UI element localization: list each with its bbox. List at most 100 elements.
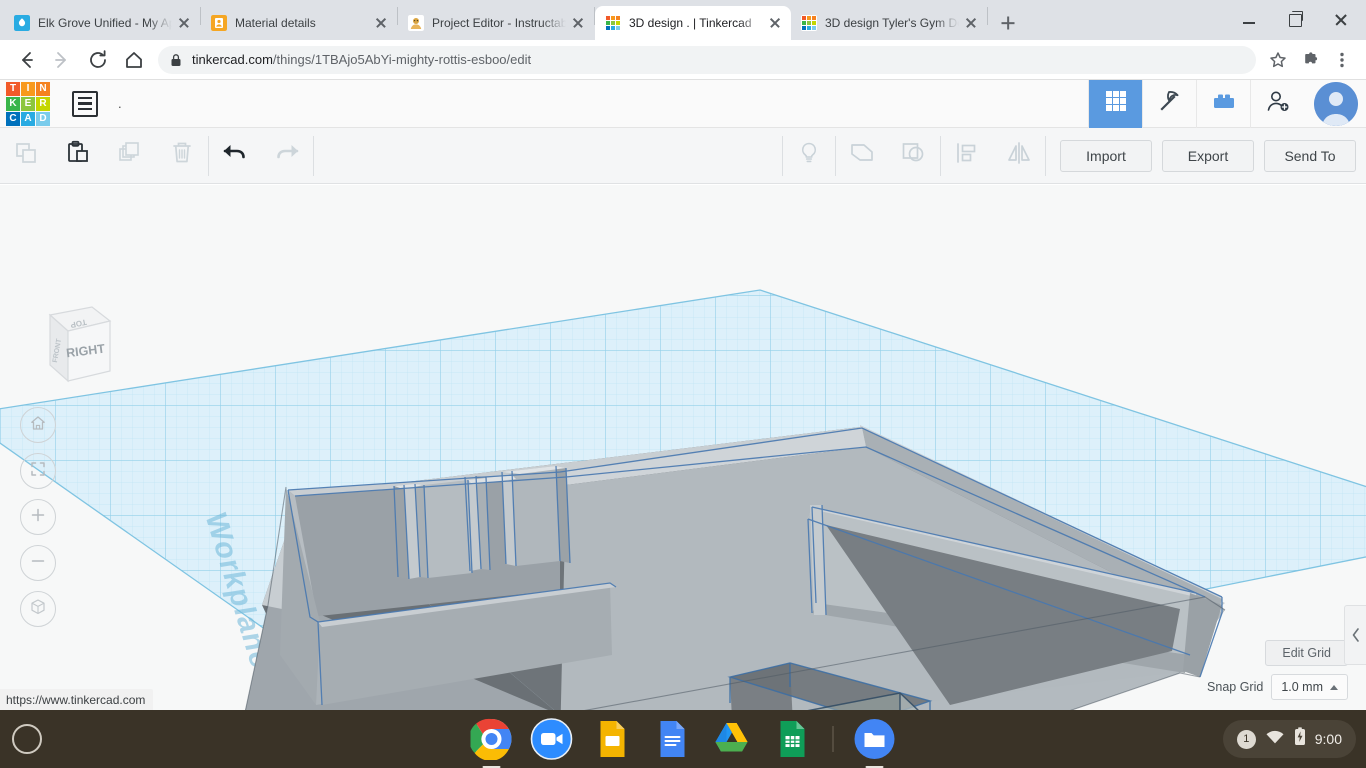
avatar[interactable] xyxy=(1314,81,1358,126)
ungroup-icon xyxy=(900,140,928,171)
shelf-app-zoom[interactable] xyxy=(530,718,573,760)
invite-people-button[interactable] xyxy=(1250,80,1304,128)
design-name-field[interactable]: . xyxy=(118,96,122,111)
tab-project-editor-instructables[interactable]: Project Editor - Instructables xyxy=(398,6,594,40)
header-actions xyxy=(1088,80,1366,128)
notification-count-badge[interactable]: 1 xyxy=(1236,729,1256,749)
tab-title: Project Editor - Instructables xyxy=(432,16,566,30)
grid-icon xyxy=(1103,88,1129,119)
copy-button[interactable] xyxy=(0,128,52,184)
tinkercad-app: T I N K E R C A D . Import Export Send T… xyxy=(0,80,1366,710)
collapse-panel-chevron[interactable] xyxy=(1344,605,1366,665)
tab-3d-design-tylers-gym[interactable]: 3D design Tyler's Gym Design xyxy=(791,6,987,40)
toolbar-divider xyxy=(313,135,314,176)
tab-close-icon[interactable] xyxy=(767,15,783,31)
battery-charging-icon[interactable] xyxy=(1294,727,1306,751)
status-bar-link: https://www.tinkercad.com xyxy=(0,689,154,710)
logo-tile-d: D xyxy=(36,111,50,126)
delete-button[interactable] xyxy=(156,128,208,184)
maximize-button[interactable] xyxy=(1272,0,1318,40)
bookmark-star-icon[interactable] xyxy=(1264,46,1292,74)
hints-button[interactable] xyxy=(783,128,835,184)
clipboard-tools xyxy=(0,128,208,184)
home-button[interactable] xyxy=(119,45,149,75)
home-view-button[interactable] xyxy=(20,407,56,443)
mirror-button[interactable] xyxy=(993,128,1045,184)
tinkercad-logo[interactable]: T I N K E R C A D xyxy=(6,81,50,126)
paste-icon xyxy=(65,140,91,171)
pickaxe-icon xyxy=(1156,87,1184,120)
toolbar-divider xyxy=(1045,135,1046,176)
tab-3d-design-tinkercad[interactable]: 3D design . | Tinkercad xyxy=(595,6,791,40)
shelf-app-google-docs[interactable] xyxy=(651,718,693,760)
plus-icon xyxy=(29,506,47,529)
tinkercad-icon xyxy=(605,15,621,31)
3d-scene: Workplane xyxy=(0,185,1366,710)
system-tray[interactable]: 1 9:00 xyxy=(1222,720,1356,758)
clock-time[interactable]: 9:00 xyxy=(1315,731,1342,747)
redo-arrow-icon xyxy=(272,140,302,171)
paste-button[interactable] xyxy=(52,128,104,184)
new-tab-button[interactable] xyxy=(994,9,1022,37)
tab-close-icon[interactable] xyxy=(176,15,192,31)
tab-close-icon[interactable] xyxy=(570,15,586,31)
extensions-puzzle-icon[interactable] xyxy=(1296,46,1324,74)
edit-grid-button[interactable]: Edit Grid xyxy=(1265,640,1348,666)
align-button[interactable] xyxy=(941,128,993,184)
logo-tile-e: E xyxy=(21,96,35,111)
tab-separator xyxy=(987,7,988,25)
tab-close-icon[interactable] xyxy=(373,15,389,31)
duplicate-icon xyxy=(117,140,143,171)
shelf-app-google-slides[interactable] xyxy=(591,718,633,760)
logo-tile-t: T xyxy=(6,81,20,96)
close-window-button[interactable] xyxy=(1318,0,1364,40)
undo-button[interactable] xyxy=(209,128,261,184)
minimize-button[interactable] xyxy=(1226,0,1272,40)
zoom-out-button[interactable] xyxy=(20,545,56,581)
bricks-button[interactable] xyxy=(1196,80,1250,128)
view-navigation-controls xyxy=(20,407,56,637)
zoom-in-button[interactable] xyxy=(20,499,56,535)
snap-grid-select[interactable]: 1.0 mm xyxy=(1271,674,1348,700)
group-button[interactable] xyxy=(836,128,888,184)
shelf-app-google-sheets[interactable] xyxy=(771,718,813,760)
fit-view-icon xyxy=(29,460,47,483)
view-cube[interactable]: RIGHT TOP FRONT xyxy=(20,293,120,393)
redo-button[interactable] xyxy=(261,128,313,184)
view-projection-button[interactable] xyxy=(20,591,56,627)
blocks-grid-button[interactable] xyxy=(1088,80,1142,128)
url-path: /things/1TBAjo5AbYi-mighty-rottis-esboo/… xyxy=(272,52,532,67)
launcher-circle-icon[interactable] xyxy=(12,724,42,754)
chromeos-shelf: 1 9:00 xyxy=(0,710,1366,768)
3d-viewport[interactable]: Workplane RIGHT TOP FRONT Edit Grid Snap… xyxy=(0,185,1366,710)
logo-tile-a: A xyxy=(21,111,35,126)
send-to-button[interactable]: Send To xyxy=(1264,139,1356,172)
shelf-app-files[interactable] xyxy=(854,718,896,768)
tab-elk-grove-unified[interactable]: Elk Grove Unified - My Apps xyxy=(4,6,200,40)
shelf-app-google-drive[interactable] xyxy=(711,718,753,760)
duplicate-button[interactable] xyxy=(104,128,156,184)
minus-icon xyxy=(29,552,47,575)
add-person-icon xyxy=(1264,87,1292,120)
history-tools xyxy=(209,128,313,184)
url-domain: tinkercad.com xyxy=(192,52,273,67)
logo-tile-r: R xyxy=(36,96,50,111)
back-button[interactable] xyxy=(11,45,41,75)
export-button[interactable]: Export xyxy=(1162,139,1254,172)
material-details-icon xyxy=(211,15,227,31)
ungroup-button[interactable] xyxy=(888,128,940,184)
reload-button[interactable] xyxy=(83,45,113,75)
gallery-menu-icon[interactable] xyxy=(72,90,98,117)
undo-arrow-icon xyxy=(220,140,250,171)
forward-button[interactable] xyxy=(47,45,77,75)
tab-material-details[interactable]: Material details xyxy=(201,6,397,40)
shelf-app-chrome[interactable] xyxy=(468,718,513,768)
wifi-icon[interactable] xyxy=(1265,729,1285,750)
fit-to-view-button[interactable] xyxy=(20,453,56,489)
import-button[interactable]: Import xyxy=(1060,139,1152,172)
minecraft-button[interactable] xyxy=(1142,80,1196,128)
align-icon xyxy=(954,140,980,171)
tab-close-icon[interactable] xyxy=(963,15,979,31)
three-dot-menu-icon[interactable] xyxy=(1328,46,1356,74)
address-bar[interactable]: tinkercad.com/things/1TBAjo5AbYi-mighty-… xyxy=(158,45,1256,74)
